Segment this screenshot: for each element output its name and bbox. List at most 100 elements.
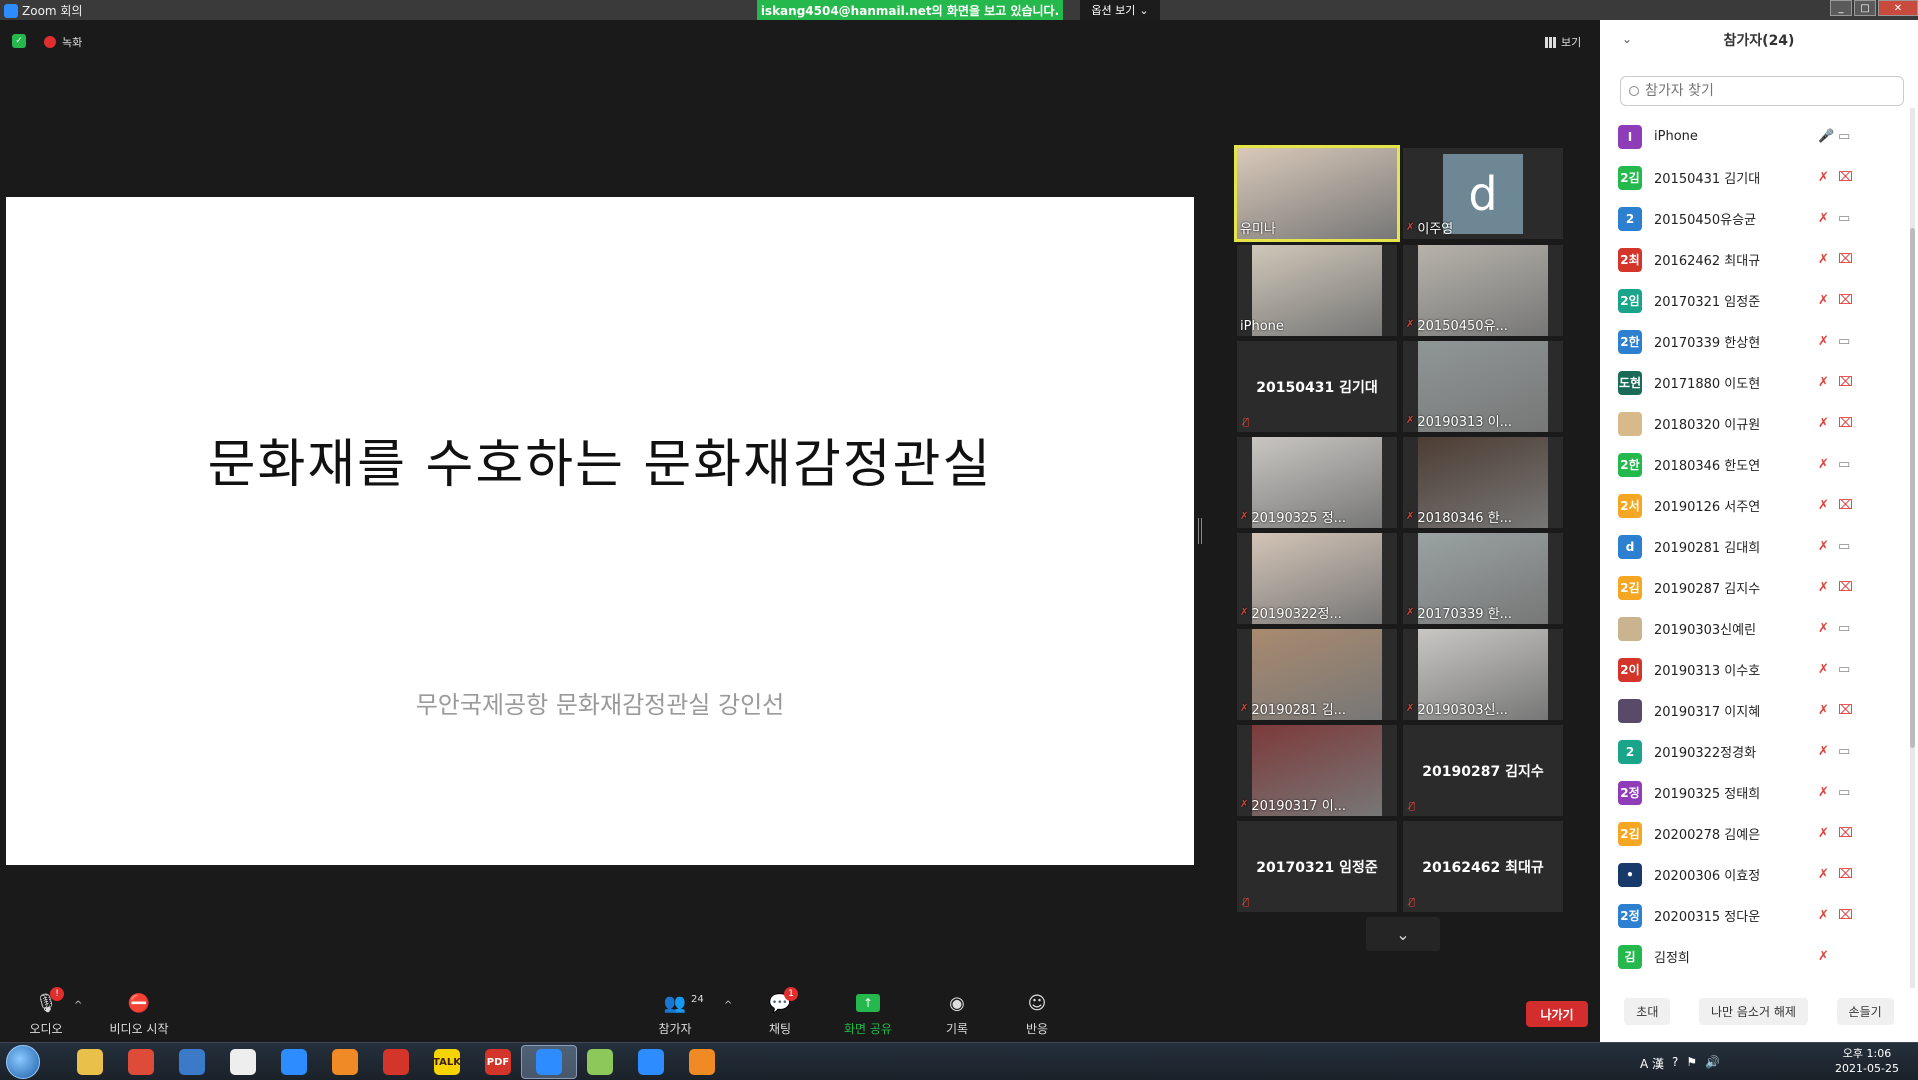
- help-icon[interactable]: ?: [1672, 1055, 1678, 1072]
- video-tile[interactable]: ✗ 20190303신...: [1403, 629, 1563, 720]
- video-tile[interactable]: 유미나: [1234, 145, 1400, 242]
- record-button[interactable]: ◉ 기록: [917, 991, 997, 1037]
- taskbar-media-icon[interactable]: [317, 1045, 373, 1079]
- clock[interactable]: 오후 1:06 2021-05-25: [1822, 1046, 1912, 1076]
- reactions-button[interactable]: ☺ 반응: [997, 991, 1077, 1037]
- participant-search[interactable]: [1620, 76, 1904, 106]
- view-options-button[interactable]: 옵션 보기 ⌄: [1080, 0, 1160, 20]
- clock-time: 오후 1:06: [1842, 1047, 1892, 1060]
- video-tile[interactable]: ✗ 20170339 한...: [1403, 533, 1563, 624]
- video-tile[interactable]: ✗ 20190325 정...: [1237, 437, 1397, 528]
- video-tile[interactable]: ✗ 20190281 김...: [1237, 629, 1397, 720]
- video-tile[interactable]: iPhone: [1237, 245, 1397, 336]
- participant-row[interactable]: 2김 20190287 김지수 ✗ ⌧: [1600, 571, 1900, 604]
- camera-icon: ▭: [1838, 621, 1851, 636]
- video-tile[interactable]: 20190287 김지수 🎙̸: [1403, 725, 1563, 816]
- participants-options-caret[interactable]: ^: [724, 1000, 732, 1011]
- taskbar-ie-icon[interactable]: [266, 1045, 322, 1079]
- participant-row[interactable]: 2서 20190126 서주연 ✗ ⌧: [1600, 489, 1900, 522]
- camera-icon: ▭: [1838, 539, 1851, 554]
- video-tile[interactable]: ✗ 20180346 한...: [1403, 437, 1563, 528]
- participant-row[interactable]: 20190303신예린 ✗ ▭: [1600, 612, 1900, 645]
- participants-icon: 👥: [663, 992, 687, 1014]
- gallery-next-page-button[interactable]: ⌄: [1366, 917, 1440, 951]
- participant-row[interactable]: 2임 20170321 임정준 ✗ ⌧: [1600, 284, 1900, 317]
- windows-taskbar: TALK PDF A 漢 ? ⚑ 🔊 오후 1:06 2021-05-25: [0, 1042, 1918, 1080]
- participant-row[interactable]: 2김 20150431 김기대 ✗ ⌧: [1600, 161, 1900, 194]
- mic-muted-icon: 🎙̸: [1409, 801, 1416, 812]
- video-tile[interactable]: ✗ 20190313 이...: [1403, 341, 1563, 432]
- mic-muted-icon: ✗: [1818, 211, 1829, 226]
- video-tile[interactable]: ✗ 20190322정...: [1237, 533, 1397, 624]
- flag-icon[interactable]: ⚑: [1686, 1055, 1697, 1072]
- share-screen-button[interactable]: ↑ 화면 공유: [828, 991, 908, 1037]
- participant-row[interactable]: d 20190281 김대희 ✗ ▭: [1600, 530, 1900, 563]
- taskbar-app4-icon[interactable]: [215, 1045, 271, 1079]
- participant-row[interactable]: 2한 20170339 한상현 ✗ ▭: [1600, 325, 1900, 358]
- video-tile[interactable]: 20162462 최대규 🎙̸: [1403, 821, 1563, 912]
- video-tile[interactable]: d ✗ 이주영: [1403, 148, 1563, 239]
- tile-participant-name: 20190317 이...: [1251, 799, 1347, 814]
- participant-row[interactable]: 2 20150450유승균 ✗ ▭: [1600, 202, 1900, 235]
- shield-icon[interactable]: ✓: [12, 34, 26, 48]
- participant-row[interactable]: 2이 20190313 이수호 ✗ ▭: [1600, 653, 1900, 686]
- taskbar-ie2-icon[interactable]: [623, 1045, 679, 1079]
- recording-indicator[interactable]: 녹화: [44, 34, 82, 50]
- participant-row[interactable]: 2한 20180346 한도연 ✗ ▭: [1600, 448, 1900, 481]
- raise-hand-button[interactable]: 손들기: [1836, 998, 1894, 1025]
- gallery-view-button[interactable]: 보기: [1545, 34, 1581, 50]
- participant-row[interactable]: 2최 20162462 최대규 ✗ ⌧: [1600, 243, 1900, 276]
- invite-button[interactable]: 초대: [1624, 998, 1671, 1025]
- start-video-button[interactable]: ⛔ 비디오 시작: [99, 991, 179, 1037]
- participant-row[interactable]: 20190317 이지혜 ✗ ⌧: [1600, 694, 1900, 727]
- video-tile[interactable]: 20170321 임정준 🎙̸: [1237, 821, 1397, 912]
- audio-button[interactable]: 🎙! 오디오: [6, 987, 86, 1037]
- close-button[interactable]: ✕: [1878, 0, 1918, 16]
- taskbar-pdf-icon[interactable]: PDF: [470, 1045, 526, 1079]
- camera-off-icon: ⌧: [1838, 498, 1853, 513]
- split-handle[interactable]: [1198, 518, 1202, 544]
- participant-row[interactable]: 2김 20200278 김예은 ✗ ⌧: [1600, 817, 1900, 850]
- share-banner: iskang4504@hanmail.net의 화면을 보고 있습니다.: [757, 0, 1063, 20]
- participant-list-scrollbar[interactable]: [1910, 108, 1915, 988]
- video-tile[interactable]: 20150431 김기대 🎙̸: [1237, 341, 1397, 432]
- taskbar-kakaotalk-icon[interactable]: TALK: [419, 1045, 475, 1079]
- microphone-icon: 🎙!: [32, 987, 64, 1015]
- taskbar-folder-icon[interactable]: [572, 1045, 628, 1079]
- participant-row[interactable]: 2 20190322정경화 ✗ ▭: [1600, 735, 1900, 768]
- video-tile[interactable]: ✗ 20190317 이...: [1237, 725, 1397, 816]
- participant-avatar: 2임: [1618, 288, 1642, 313]
- taskbar-alarm-icon[interactable]: [674, 1045, 730, 1079]
- participant-row[interactable]: 2정 20200315 정다운 ✗ ⌧: [1600, 899, 1900, 932]
- start-button[interactable]: [6, 1045, 40, 1079]
- slide-title: 문화재를 수호하는 문화재감정관실: [207, 435, 993, 495]
- participant-row[interactable]: 20180320 이규원 ✗ ⌧: [1600, 407, 1900, 440]
- minimize-button[interactable]: _: [1830, 0, 1852, 16]
- taskbar-chrome-icon[interactable]: [113, 1045, 169, 1079]
- audio-options-caret[interactable]: ^: [74, 1000, 82, 1011]
- taskbar-explorer-icon[interactable]: [62, 1045, 118, 1079]
- participant-row[interactable]: IiPhone 🎤 ▭: [1600, 120, 1900, 153]
- chat-button[interactable]: 💬 1 채팅: [740, 987, 820, 1037]
- scrollbar-thumb[interactable]: [1910, 228, 1915, 748]
- ime-icon[interactable]: A 漢: [1640, 1055, 1664, 1072]
- camera-off-icon: ⌧: [1838, 908, 1853, 923]
- volume-icon[interactable]: 🔊: [1705, 1055, 1720, 1072]
- participant-search-input[interactable]: [1645, 83, 1885, 99]
- video-tile[interactable]: ✗ 20150450유...: [1403, 245, 1563, 336]
- taskbar-zoom-icon[interactable]: [521, 1045, 577, 1079]
- taskbar-app3-icon[interactable]: [164, 1045, 220, 1079]
- record-label: 기록: [945, 1022, 969, 1036]
- maximize-button[interactable]: □: [1854, 0, 1876, 16]
- leave-button[interactable]: 나가기: [1526, 1001, 1588, 1027]
- participant-row[interactable]: 김 김정희 ✗: [1600, 940, 1900, 973]
- unmute-me-button[interactable]: 나만 음소거 해제: [1699, 998, 1808, 1025]
- shared-screen: 문화재를 수호하는 문화재감정관실 무안국제공항 문화재감정관실 강인선: [6, 197, 1194, 865]
- mic-muted-icon: ✗: [1240, 799, 1249, 810]
- participant-row[interactable]: 2정 20190325 정태희 ✗ ▭: [1600, 776, 1900, 809]
- camera-off-icon: ⌧: [1838, 170, 1853, 185]
- participant-row[interactable]: 도현 20171880 이도현 ✗ ⌧: [1600, 366, 1900, 399]
- tile-participant-name: 20162462 최대규: [1422, 860, 1544, 876]
- taskbar-app7-icon[interactable]: [368, 1045, 424, 1079]
- participant-row[interactable]: • 20200306 이효정 ✗ ⌧: [1600, 858, 1900, 891]
